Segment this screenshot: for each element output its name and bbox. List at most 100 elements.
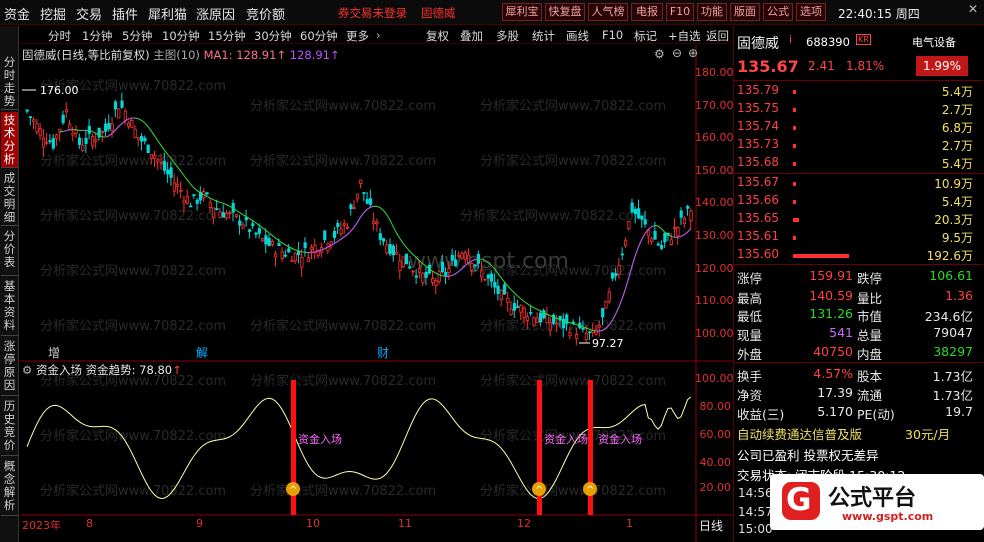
- candle-body: [617, 264, 621, 275]
- candle-body: [87, 125, 91, 134]
- stat-label: 现量: [737, 328, 763, 343]
- promo-text[interactable]: 自动续费通达信普及版: [737, 424, 862, 443]
- candle-body: [480, 269, 484, 278]
- ask-row[interactable]: 135.73 2.7万: [737, 137, 973, 155]
- period-label[interactable]: 日线: [699, 517, 723, 534]
- watermark-text: 分析家公式网www.70822.com: [480, 153, 666, 169]
- current-price: 135.67: [737, 57, 799, 76]
- sub-indicator-title[interactable]: 资金入场: [36, 363, 82, 377]
- candle-body: [241, 224, 245, 229]
- settings-icon[interactable]: ⚙: [22, 363, 32, 377]
- candle-body: [493, 281, 497, 288]
- bid-row[interactable]: 135.61 9.5万: [737, 229, 973, 247]
- candle-body: [673, 227, 677, 230]
- close-icon[interactable]: ✕: [964, 2, 982, 20]
- candle-body: [417, 268, 422, 273]
- bid-row[interactable]: 135.60 192.6万: [737, 247, 973, 265]
- candle-body: [71, 132, 75, 136]
- promo-price[interactable]: 30元/月: [905, 424, 950, 443]
- stat-value: 1.36: [945, 288, 973, 303]
- candle-body: [290, 260, 294, 262]
- chart-title: 固德威(日线,等比前复权): [22, 48, 150, 62]
- ask-volume-bar: [793, 90, 796, 94]
- candle-body: [460, 252, 464, 259]
- bid-row[interactable]: 135.67 10.9万: [737, 175, 973, 193]
- candle-body: [68, 123, 72, 130]
- ask-row[interactable]: 135.68 5.4万: [737, 155, 973, 173]
- arrow-up-icon: ↑: [172, 363, 182, 377]
- stat-value: 106.61: [929, 268, 973, 283]
- candle-body: [440, 261, 445, 273]
- candle-body: [225, 213, 229, 219]
- candle-body: [434, 280, 438, 286]
- ask-row[interactable]: 135.75 2.7万: [737, 101, 973, 119]
- plus-icon[interactable]: ⊕: [688, 46, 698, 60]
- bid-volume: 20.3万: [934, 213, 973, 227]
- ask-volume: 2.7万: [941, 103, 973, 117]
- date-label: 2023年: [22, 519, 61, 532]
- gspt-logo: G 公式平台 www.gspt.com: [770, 474, 984, 530]
- tick-time: 15:00: [738, 522, 773, 536]
- candle-body: [297, 251, 301, 256]
- indicator-tick-label: 80.00: [699, 400, 732, 413]
- candle-body: [136, 137, 140, 140]
- candle-body: [679, 210, 683, 218]
- tool-button-layout[interactable]: 版面: [730, 3, 760, 21]
- candle-body: [61, 114, 65, 124]
- candle-body: [362, 192, 366, 194]
- minus-icon[interactable]: ⊖: [672, 46, 682, 60]
- info-icon[interactable]: i: [789, 33, 792, 46]
- bid-row[interactable]: 135.65 20.3万: [737, 211, 973, 229]
- sector-label[interactable]: 电气设备: [912, 34, 956, 50]
- trading-terminal: 资金 挖掘 交易 插件 犀利猫 涨原因 竞价额 券交易未登录 固德威 犀利宝 快…: [0, 0, 984, 542]
- main-chart-header: 固德威(日线,等比前复权) 主图(10) MA1: 128.91↑ 128.91…: [22, 47, 340, 63]
- candle-body: [630, 202, 634, 213]
- stat-value: 5.170: [817, 404, 853, 419]
- candle-body: [548, 322, 553, 331]
- candle-body: [686, 205, 690, 209]
- stat-row: 涨停 159.91 跌停 106.61: [737, 268, 973, 286]
- candle-body: [91, 136, 95, 147]
- tool-button-formula[interactable]: 公式: [763, 3, 793, 21]
- candle-body: [143, 137, 147, 142]
- candle-body: [81, 144, 85, 151]
- candle-body: [251, 223, 255, 227]
- candle-body: [179, 189, 183, 192]
- candle-body: [182, 199, 186, 204]
- bid-volume-bar: [793, 218, 800, 222]
- bid-price: 135.65: [737, 211, 779, 225]
- high-annotation: 176.00: [40, 84, 79, 97]
- stat-label: 最低: [737, 309, 763, 324]
- candle-body: [663, 232, 667, 243]
- chevron-up-icon: ^: [586, 485, 594, 496]
- bid-volume: 9.5万: [941, 231, 973, 245]
- stat-label: 净资: [737, 388, 763, 403]
- indicator-tick-label: 100.00: [695, 372, 734, 385]
- main-indicator-label[interactable]: 主图(10): [153, 48, 200, 62]
- candle-body: [542, 310, 546, 319]
- candle-body: [650, 238, 654, 243]
- kline-chart[interactable]: 分析家公式网www.70822.com 分析家公式网www.70822.com …: [0, 0, 733, 542]
- candle-body: [522, 307, 526, 319]
- candle-body: [195, 199, 199, 204]
- divider: [734, 173, 983, 174]
- candle-body: [254, 232, 258, 235]
- ask-row[interactable]: 135.79 5.4万: [737, 83, 973, 101]
- candle-body: [64, 109, 69, 113]
- tool-button-options[interactable]: 选项: [796, 3, 826, 21]
- ask-row[interactable]: 135.74 6.8万: [737, 119, 973, 137]
- candle-body: [234, 214, 239, 217]
- candle-body: [169, 167, 173, 178]
- candle-body: [300, 257, 304, 268]
- candle-body: [388, 244, 392, 255]
- candle-body: [133, 128, 137, 138]
- news-text[interactable]: 公司已盈利 投票权无差异: [737, 445, 878, 464]
- candle-body: [375, 221, 379, 225]
- candle-body: [257, 228, 261, 234]
- candle-body: [424, 272, 428, 278]
- candle-body: [280, 251, 284, 260]
- settings-icon[interactable]: ⚙: [654, 47, 665, 61]
- price-tick-label: 180.00: [695, 66, 734, 79]
- stock-name: 固德威: [737, 36, 779, 52]
- bid-row[interactable]: 135.66 5.4万: [737, 193, 973, 211]
